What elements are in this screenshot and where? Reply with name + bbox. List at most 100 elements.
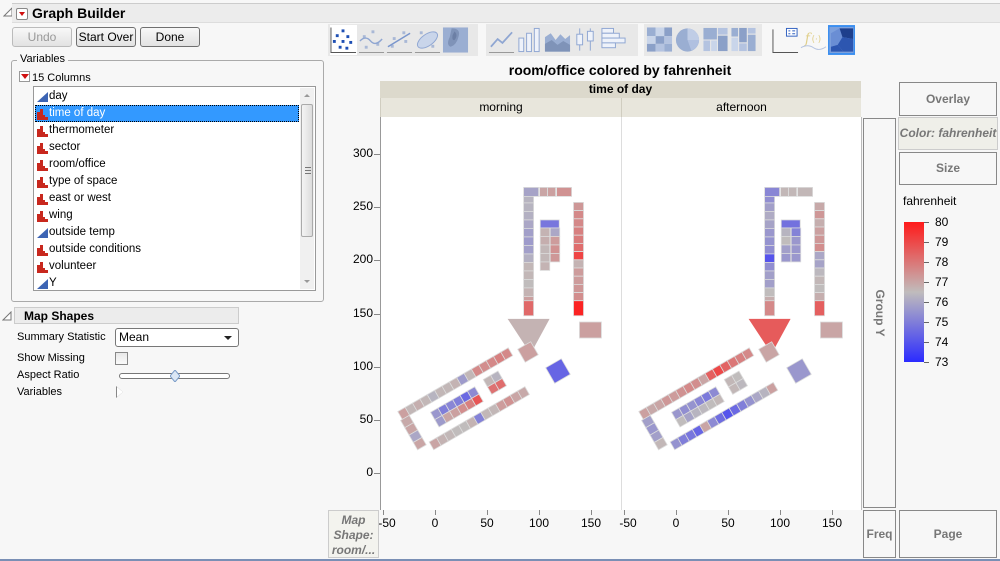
room-shape[interactable] [549,253,561,263]
caption-box-icon[interactable] [772,25,799,55]
room-shape[interactable] [790,227,802,237]
room-shape[interactable] [790,253,802,263]
room-shape[interactable] [547,187,557,197]
room-shape[interactable] [797,187,814,197]
room-shape[interactable] [523,228,535,238]
room-shape[interactable] [573,218,584,228]
room-shape[interactable] [814,300,825,317]
room-shape[interactable] [523,300,535,317]
room-shape[interactable] [573,300,584,317]
room-shape[interactable] [820,321,843,339]
room-shape[interactable] [814,234,825,244]
column-item[interactable]: time of day [35,105,299,122]
room-shape[interactable] [549,227,561,237]
map-shapes-icon[interactable] [828,25,855,55]
columns-list[interactable]: day time of day thermometer sector room/offi… [33,86,316,291]
room-shape[interactable] [764,245,776,255]
line-of-fit-icon[interactable] [386,25,413,55]
column-item[interactable]: volunteer [35,258,299,275]
bar-icon[interactable] [516,25,543,55]
group-y-drop-zone[interactable]: Group Y [863,118,896,508]
column-item[interactable]: outside temp [35,224,299,241]
room-shape[interactable] [790,244,802,254]
freq-drop-zone[interactable]: Freq [863,510,896,558]
room-shape[interactable] [814,218,825,228]
room-shape[interactable] [814,251,825,261]
room-shape[interactable] [573,251,584,261]
column-item[interactable]: east or west [35,190,299,207]
column-item[interactable]: room/office [35,156,299,173]
room-shape[interactable] [764,262,776,272]
room-shape[interactable] [764,202,776,212]
room-shape[interactable] [573,284,584,294]
room-shape[interactable] [573,267,584,277]
room-shape[interactable] [523,245,535,255]
room-shape[interactable] [523,287,535,297]
points-icon[interactable] [330,25,357,55]
column-item[interactable]: day [35,88,299,105]
room-shape[interactable] [556,187,573,197]
formula-icon[interactable]: f (·) [800,25,827,55]
room-shape[interactable] [573,275,584,285]
color-drop-zone[interactable]: Color: fahrenheit [898,117,998,150]
heatmap-icon[interactable] [646,25,673,55]
undo-button[interactable]: Undo [12,27,72,47]
room-shape[interactable] [764,219,776,229]
column-item[interactable]: outside conditions [35,241,299,258]
summary-statistic-select[interactable]: Mean [115,328,239,347]
room-shape[interactable] [539,261,551,271]
room-shape[interactable] [764,253,776,263]
contour-icon[interactable] [442,25,469,55]
area-icon[interactable] [544,25,571,55]
room-shape[interactable] [539,187,549,197]
room-shape[interactable] [549,244,561,254]
room-shape[interactable] [764,228,776,238]
room-shape[interactable] [780,253,792,263]
map-plot[interactable] [381,117,861,510]
column-item[interactable]: Y [35,275,299,292]
room-shape[interactable] [539,227,551,237]
room-shape[interactable] [814,202,825,212]
room-shape[interactable] [764,300,776,317]
room-shape[interactable] [764,270,776,280]
room-shape[interactable] [780,187,790,197]
room-shape[interactable] [523,219,535,229]
room-shape[interactable] [573,210,584,220]
mosaic-icon[interactable] [730,25,757,55]
box-plot-icon[interactable] [572,25,599,55]
room-shape[interactable] [814,292,825,302]
room-shape[interactable] [790,236,802,246]
room-shape[interactable] [814,259,825,269]
treemap-icon[interactable] [702,25,729,55]
aspect-ratio-slider-thumb[interactable] [169,370,180,382]
room-shape[interactable] [780,219,801,229]
room-shape[interactable] [573,234,584,244]
room-shape[interactable] [523,187,540,197]
room-shape[interactable] [573,259,584,269]
histogram-icon[interactable] [600,25,627,55]
room-shape[interactable] [523,279,535,289]
room-shape[interactable] [549,236,561,246]
room-shape[interactable] [523,211,535,221]
smoother-icon[interactable] [358,25,385,55]
ellipse-icon[interactable] [414,25,441,55]
room-shape[interactable] [573,243,584,253]
room-shape[interactable] [764,211,776,221]
map-shape-drop-zone[interactable]: Map Shape: room/... [328,510,379,558]
room-shape[interactable] [780,236,792,246]
column-item[interactable]: thermometer [35,122,299,139]
room-shape[interactable] [814,210,825,220]
room-shape[interactable] [814,226,825,236]
room-shape[interactable] [523,236,535,246]
red-triangle-menu-icon[interactable] [16,8,28,20]
columns-scrollbar[interactable] [300,88,314,289]
pie-icon[interactable] [674,25,701,55]
column-item[interactable]: type of space [35,173,299,190]
columns-menu-icon[interactable] [19,71,30,82]
column-item[interactable]: sector [35,139,299,156]
room-shape[interactable] [539,253,551,263]
overlay-drop-zone[interactable]: Overlay [899,82,997,116]
scroll-down-icon[interactable] [304,280,310,283]
map-shapes-collapse-icon[interactable] [2,311,12,321]
page-drop-zone[interactable]: Page [899,510,997,558]
